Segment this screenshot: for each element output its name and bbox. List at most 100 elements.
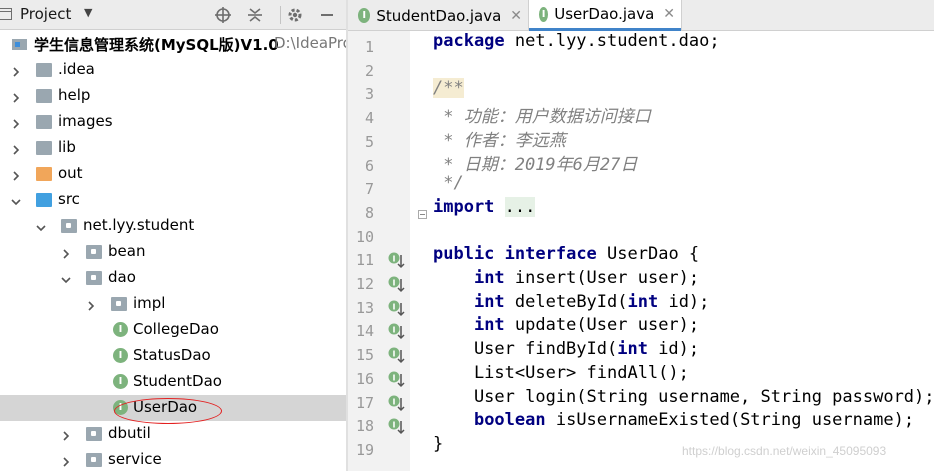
package-icon: [61, 219, 77, 233]
tree-item-images[interactable]: images: [0, 109, 346, 135]
code-token: * 日期：2019年6月27日: [433, 154, 638, 175]
code-line: package net.lyy.student.dao;: [433, 31, 720, 51]
code-token: package: [433, 31, 505, 51]
folder-icon: [36, 141, 52, 155]
code-token: id);: [658, 291, 710, 312]
interface-icon: I: [539, 6, 549, 22]
chevron-right-icon[interactable]: [60, 428, 72, 441]
svg-text:I: I: [393, 255, 396, 264]
tree-item-out[interactable]: out: [0, 161, 346, 187]
tree-item-collegedao[interactable]: I CollegeDao: [0, 317, 346, 343]
line-number: 4: [364, 109, 374, 128]
tree-item-help[interactable]: help: [0, 83, 346, 109]
line-number: 7: [364, 180, 374, 199]
chevron-right-icon[interactable]: [10, 64, 22, 77]
minimize-icon[interactable]: [316, 4, 338, 26]
implemented-icon[interactable]: I: [388, 417, 406, 435]
tree-item-statusdao[interactable]: I StatusDao: [0, 343, 346, 369]
tab-studentdao[interactable]: I StudentDao.java ✕: [348, 0, 528, 31]
chevron-down-icon[interactable]: ▼: [84, 6, 92, 19]
code-line: User findById(int id);: [433, 339, 699, 359]
chevron-right-icon[interactable]: [10, 116, 22, 129]
line-number: 17: [355, 393, 374, 412]
tab-divider: [681, 0, 682, 31]
tree-item-mysql-v1-0[interactable]: 学生信息管理系统(MySQL版)V1.0 D:\IdeaPro: [0, 31, 346, 57]
tree-item-dbutil[interactable]: dbutil: [0, 421, 346, 447]
chevron-down-icon[interactable]: [35, 220, 47, 232]
implemented-icon[interactable]: I: [388, 251, 406, 269]
code-token: int: [473, 291, 505, 312]
tree-item-src[interactable]: src: [0, 187, 346, 213]
code-token: User login(String username, String passw…: [433, 386, 934, 407]
chevron-right-icon[interactable]: [60, 454, 72, 467]
code-token: deleteById(: [504, 291, 628, 312]
collapse-all-icon[interactable]: [244, 4, 266, 26]
tree-item-dao[interactable]: dao: [0, 265, 346, 291]
tree-item-label: dao: [108, 268, 136, 286]
folder-icon: [36, 167, 52, 181]
tree-item-studentdao[interactable]: I StudentDao: [0, 369, 346, 395]
package-icon: [86, 453, 102, 467]
tree-item-service[interactable]: service: [0, 447, 346, 471]
code-token: interface: [504, 244, 597, 265]
locate-icon[interactable]: [212, 4, 234, 26]
tree-item-label: impl: [133, 294, 166, 312]
line-number: 18: [355, 417, 374, 436]
code-line: public interface UserDao {: [433, 244, 699, 264]
red-annotation-ellipse: [114, 398, 222, 424]
tree-item-label: help: [58, 86, 91, 104]
project-panel: Project ▼ 学生信息管理系统(MySQL版)V1.0 D:\IdeaPro…: [0, 0, 346, 471]
code-token: id);: [647, 339, 700, 360]
chevron-down-icon[interactable]: [10, 194, 22, 206]
tree-item-label: CollegeDao: [133, 320, 219, 338]
svg-text:I: I: [393, 350, 396, 359]
implemented-icon[interactable]: I: [388, 275, 406, 293]
implemented-icon[interactable]: I: [388, 322, 406, 340]
tree-item-lib[interactable]: lib: [0, 135, 346, 161]
code-editor[interactable]: package net.lyy.student.dao; /** * 功能：用户数…: [410, 31, 934, 471]
code-token: import: [433, 196, 495, 217]
code-token: int: [617, 339, 648, 360]
svg-text:I: I: [393, 279, 396, 288]
package-icon: [86, 245, 102, 259]
chevron-right-icon[interactable]: [10, 142, 22, 155]
tree-item-net-lyy-student[interactable]: net.lyy.student: [0, 213, 346, 239]
project-view-selector[interactable]: Project: [20, 5, 71, 23]
close-icon[interactable]: ✕: [510, 8, 522, 24]
code-token: update(User user);: [504, 315, 700, 336]
chevron-down-icon[interactable]: [60, 272, 72, 284]
code-token: UserDao {: [596, 244, 700, 265]
svg-text:I: I: [393, 302, 396, 311]
tree-item-idea[interactable]: .idea: [0, 57, 346, 83]
interface-icon: I: [358, 8, 371, 23]
close-icon[interactable]: ✕: [663, 6, 675, 22]
line-number: 5: [364, 132, 374, 151]
tree-item-bean[interactable]: bean: [0, 239, 346, 265]
chevron-right-icon[interactable]: [60, 246, 72, 259]
tree-item-impl[interactable]: impl: [0, 291, 346, 317]
chevron-right-icon[interactable]: [10, 168, 22, 181]
folder-icon: [36, 89, 52, 103]
line-number: 1: [364, 38, 374, 56]
implemented-icon[interactable]: I: [388, 370, 406, 388]
code-line: */: [433, 173, 463, 193]
chevron-right-icon[interactable]: [85, 298, 97, 311]
line-number: 3: [364, 85, 374, 104]
implemented-icon[interactable]: I: [388, 299, 406, 317]
folder-icon: [36, 115, 52, 129]
tab-userdao[interactable]: I UserDao.java ✕: [529, 0, 681, 31]
code-line: int update(User user);: [433, 315, 699, 335]
implemented-icon[interactable]: I: [388, 394, 406, 412]
code-line: boolean isUsernameExisted(String usernam…: [433, 410, 914, 430]
implemented-icon[interactable]: I: [388, 346, 406, 364]
line-number: 13: [355, 298, 374, 317]
tab-label: StudentDao.java: [376, 6, 502, 25]
tree-item-label: service: [108, 450, 162, 468]
folder-icon: [36, 193, 52, 207]
code-line: /**: [433, 78, 464, 99]
package-icon: [111, 297, 127, 311]
gear-icon[interactable]: [284, 4, 306, 26]
chevron-right-icon[interactable]: [10, 90, 22, 103]
